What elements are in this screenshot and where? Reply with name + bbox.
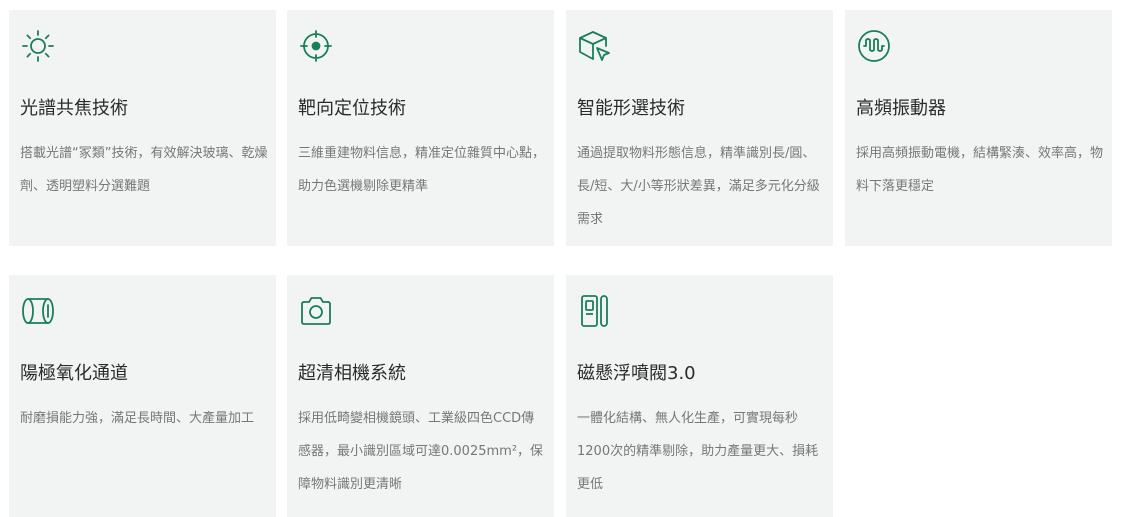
- feature-title: 超清相機系統: [298, 363, 406, 384]
- feature-title: 光譜共焦技術: [20, 98, 128, 119]
- feature-title: 智能形選技術: [577, 98, 685, 119]
- feature-title: 磁懸浮噴閥3.0: [577, 363, 696, 384]
- feature-description: 搭載光譜“冢類”技術，有效解決玻璃、乾燥劑、透明塑料分選難題: [20, 146, 268, 194]
- feature-card-vibrator: 高頻振動器 採用高頻振動電機，結構緊湊、效率高，物料下落更穩定: [845, 10, 1112, 246]
- feature-card-targeting: 靶向定位技術 三維重建物料信息，精准定位雜質中心點，助力色選機剔除更精準: [287, 10, 554, 246]
- feature-card-camera-system: 超清相機系統 採用低畸變相機鏡頭、工業級四色CCD傳感器，最小識別區域可達0.0…: [287, 275, 554, 517]
- feature-description: 採用低畸變相機鏡頭、工業級四色CCD傳感器，最小識別區域可達0.0025mm²，…: [298, 411, 544, 492]
- feature-description: 耐磨損能力強，滿足長時間、大產量加工: [20, 411, 255, 426]
- feature-description: 三維重建物料信息，精准定位雜質中心點，助力色選機剔除更精準: [298, 146, 546, 194]
- feature-description: 採用高頻振動電機，結構緊湊、效率高，物料下落更穩定: [856, 146, 1104, 194]
- feature-description: 通過提取物料形態信息，精準識別長/圓、長/短、大/小等形狀差異，滿足多元化分級需…: [577, 146, 820, 227]
- camera-icon: [298, 293, 334, 329]
- crosshair-icon: [298, 28, 334, 64]
- feature-card-shape-sorting: 智能形選技術 通過提取物料形態信息，精準識別長/圓、長/短、大/小等形狀差異，滿…: [566, 10, 833, 246]
- feature-title: 高頻振動器: [856, 98, 946, 119]
- feature-title: 靶向定位技術: [298, 98, 406, 119]
- valve-icon: [577, 293, 613, 329]
- feature-card-spectral-confocal: 光譜共焦技術 搭載光譜“冢類”技術，有效解決玻璃、乾燥劑、透明塑料分選難題: [9, 10, 276, 246]
- sun-icon: [20, 28, 56, 64]
- cube-cursor-icon: [577, 28, 613, 64]
- feature-card-anodized-channel: 陽極氧化通道 耐磨損能力強，滿足長時間、大產量加工: [9, 275, 276, 517]
- cylinder-channel-icon: [20, 293, 56, 329]
- feature-description: 一體化結構、無人化生產，可實現每秒1200次的精準剔除，助力產量更大、損耗更低: [577, 411, 819, 492]
- vibration-icon: [856, 28, 892, 64]
- feature-title: 陽極氧化通道: [20, 363, 128, 384]
- feature-card-maglev-valve: 磁懸浮噴閥3.0 一體化結構、無人化生產，可實現每秒1200次的精準剔除，助力產…: [566, 275, 833, 517]
